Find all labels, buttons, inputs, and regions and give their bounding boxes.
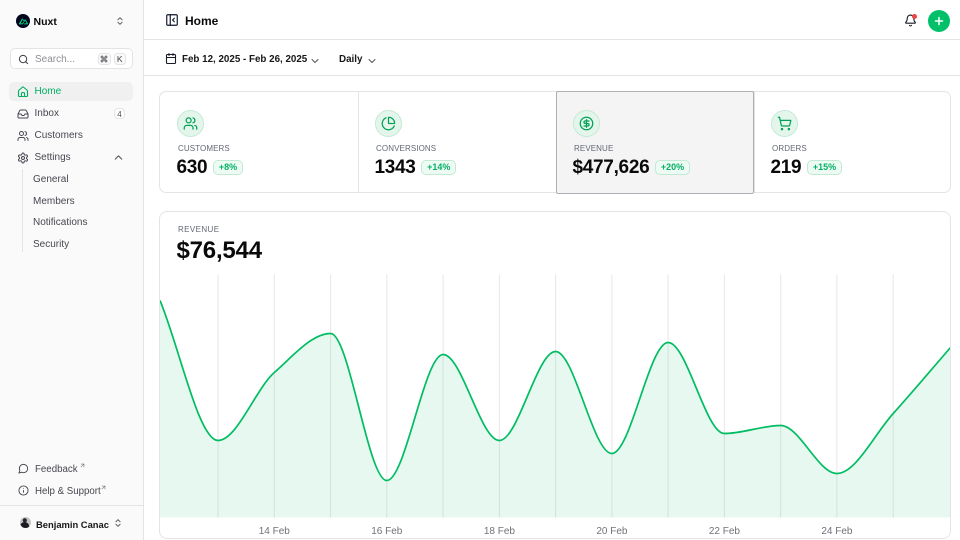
svg-text:18 Feb: 18 Feb — [484, 526, 516, 537]
svg-text:14 Feb: 14 Feb — [259, 526, 291, 537]
svg-text:20 Feb: 20 Feb — [596, 526, 628, 537]
svg-text:24 Feb: 24 Feb — [821, 526, 853, 537]
svg-text:16 Feb: 16 Feb — [371, 526, 403, 537]
svg-text:22 Feb: 22 Feb — [709, 526, 741, 537]
